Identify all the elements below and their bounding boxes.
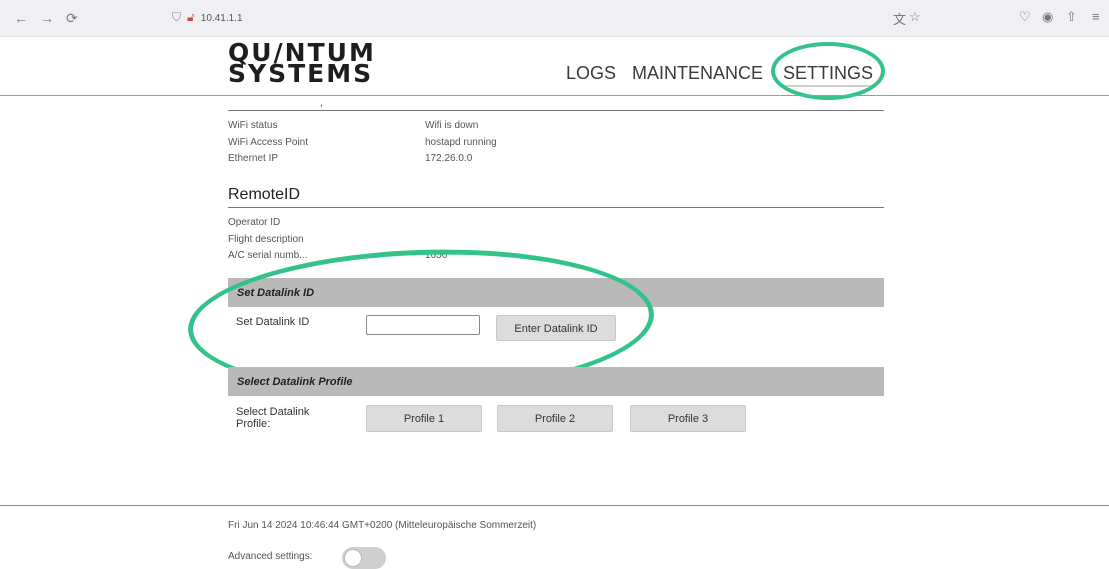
highlight-circle-settings <box>771 42 885 100</box>
extensions-icon[interactable]: ⇧ <box>1066 9 1077 25</box>
operator-id-label: Operator ID <box>228 217 281 228</box>
lock-icon[interactable]: 🔓︎ <box>187 10 195 24</box>
ac-serial-number-label: A/C serial numb... <box>228 250 308 261</box>
flight-description-label: Flight description <box>228 234 304 245</box>
wifi-status-value: Wifi is down <box>425 120 479 131</box>
wifi-status-label: WiFi status <box>228 120 278 131</box>
advanced-settings-toggle[interactable] <box>342 547 386 569</box>
cut-off-text-mark: , <box>320 98 323 109</box>
section-divider <box>228 110 884 111</box>
nav-logs[interactable]: LOGS <box>566 63 616 84</box>
wifi-access-point-value: hostapd running <box>425 137 497 148</box>
translate-icon[interactable]: 文 <box>893 9 906 28</box>
remoteid-title: RemoteID <box>228 186 301 203</box>
ethernet-ip-label: Ethernet IP <box>228 153 279 164</box>
select-datalink-profile-header: Select Datalink Profile <box>228 367 884 396</box>
select-datalink-profile-label-line-1: Select Datalink <box>236 406 310 418</box>
profile-3-button[interactable]: Profile 3 <box>630 405 746 432</box>
select-datalink-profile-label: Select Datalink Profile: <box>236 406 309 430</box>
header-divider <box>0 95 1109 96</box>
ethernet-ip-value: 172.26.0.0 <box>425 153 473 164</box>
pocket-icon[interactable]: ♡ <box>1019 9 1031 25</box>
select-datalink-profile-label-line-2: Profile: <box>236 418 271 430</box>
forward-icon[interactable]: → <box>40 9 54 27</box>
footer-divider <box>0 505 1109 506</box>
logo-line-2: SYSTEMS <box>228 59 374 88</box>
menu-icon[interactable]: ≡ <box>1092 9 1100 24</box>
current-datetime: Fri Jun 14 2024 10:46:44 GMT+0200 (Mitte… <box>228 520 537 531</box>
star-icon[interactable]: ☆ <box>909 9 921 25</box>
quantum-systems-logo: QU/NTUM SYSTEMS <box>228 40 376 88</box>
nav-maintenance[interactable]: MAINTENANCE <box>632 63 763 84</box>
reload-icon[interactable]: ⟳ <box>66 9 78 27</box>
url-text[interactable]: 10.41.1.1 <box>201 13 243 24</box>
profile-1-button[interactable]: Profile 1 <box>366 405 482 432</box>
toggle-knob <box>344 549 362 567</box>
back-icon[interactable]: ← <box>14 9 28 27</box>
profile-2-button[interactable]: Profile 2 <box>497 405 613 432</box>
advanced-settings-label: Advanced settings: <box>228 551 313 562</box>
browser-toolbar: ← → ⟳ ⛉ 🔓︎ 10.41.1.1 文 ☆ ♡ ◉ ⇧ ≡ <box>0 0 1109 37</box>
wifi-access-point-label: WiFi Access Point <box>228 137 309 148</box>
remoteid-divider <box>228 207 884 208</box>
address-bar[interactable]: ⛉ 🔓︎ 10.41.1.1 <box>172 10 243 25</box>
shield-icon[interactable]: ⛉ <box>172 10 181 24</box>
account-icon[interactable]: ◉ <box>1042 9 1053 25</box>
